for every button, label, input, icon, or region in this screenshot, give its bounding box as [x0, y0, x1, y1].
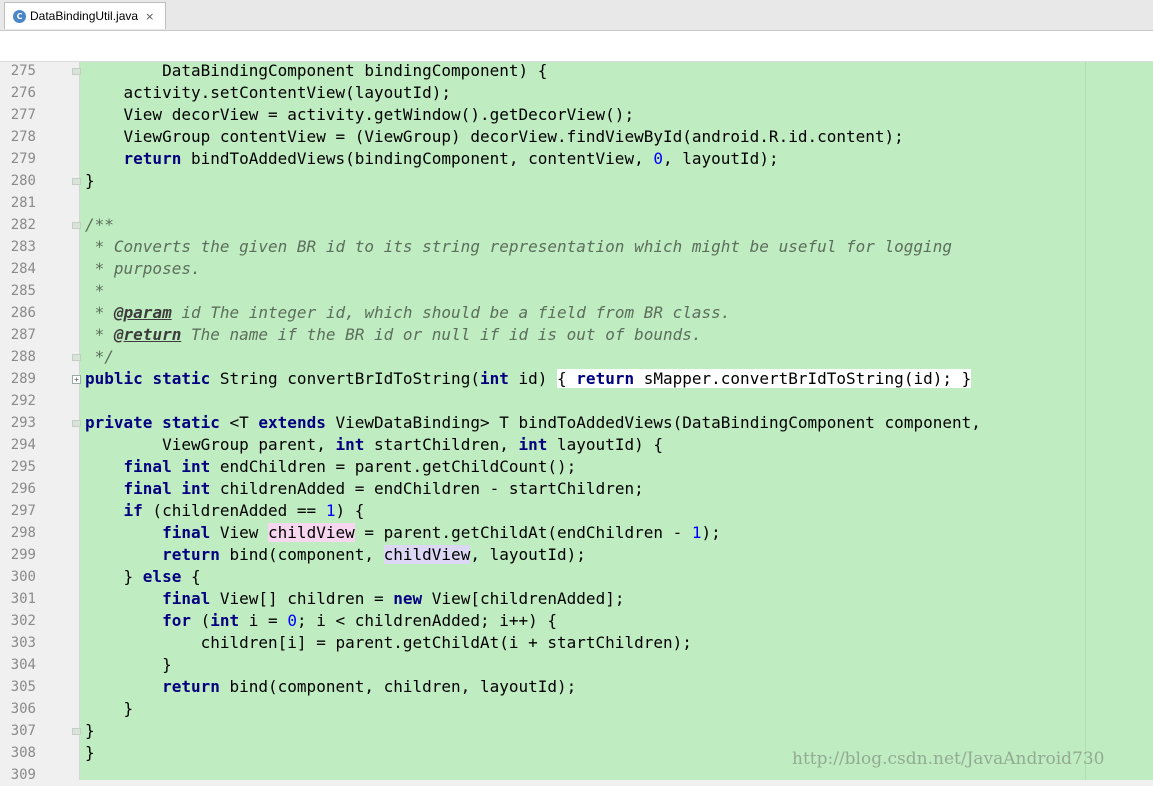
- line-number: 276: [10, 85, 36, 101]
- line-number: 308: [10, 745, 36, 761]
- folded-region[interactable]: { return sMapper.convertBrIdToString(id)…: [557, 369, 972, 388]
- line-number: 303: [10, 635, 36, 651]
- fold-marker-icon[interactable]: [72, 420, 81, 427]
- code-line: DataBindingComponent bindingComponent) {: [85, 61, 548, 80]
- line-number: 277: [10, 107, 36, 123]
- line-number: 288: [10, 349, 36, 365]
- java-class-icon: C: [13, 9, 26, 23]
- code-line: View decorView = activity.getWindow().ge…: [85, 105, 635, 124]
- code-line: }: [85, 743, 95, 762]
- variable-usage-highlight[interactable]: childView: [383, 545, 471, 564]
- line-number: 294: [10, 437, 36, 453]
- code-line: if (childrenAdded == 1) {: [123, 501, 365, 520]
- code-line: final View[] children = new View[childre…: [162, 589, 625, 608]
- code-line: final View childView = parent.getChildAt…: [162, 523, 721, 542]
- line-number: 278: [10, 129, 36, 145]
- code-line: final int endChildren = parent.getChildC…: [123, 457, 577, 476]
- code-line: private static <T extends ViewDataBindin…: [85, 413, 981, 432]
- doc-comment-line: * Converts the given BR id to its string…: [85, 237, 952, 256]
- line-number: 299: [10, 547, 36, 563]
- fold-marker-icon[interactable]: [72, 68, 81, 75]
- fold-marker-icon[interactable]: [72, 354, 81, 361]
- code-line: return bind(component, childView, layout…: [162, 545, 586, 564]
- line-number: 305: [10, 679, 36, 695]
- line-number: 307: [10, 723, 36, 739]
- line-number: 279: [10, 151, 36, 167]
- watermark: http://blog.csdn.net/JavaAndroid730: [792, 749, 1105, 769]
- fold-expand-icon[interactable]: +: [72, 375, 81, 384]
- code-line: }: [85, 721, 95, 740]
- line-number: 283: [10, 239, 36, 255]
- doc-comment-line: *: [85, 281, 105, 300]
- code-line: final int childrenAdded = endChildren - …: [123, 479, 644, 498]
- right-margin-guide: [1085, 62, 1086, 780]
- fold-marker-icon[interactable]: [72, 728, 81, 735]
- line-number: 301: [10, 591, 36, 607]
- line-number: 300: [10, 569, 36, 585]
- code-line: }: [85, 655, 172, 674]
- line-number: 309: [10, 767, 36, 783]
- line-number: 293: [10, 415, 36, 431]
- line-number: 292: [10, 393, 36, 409]
- code-line: }: [85, 171, 95, 190]
- line-number: 280: [10, 173, 36, 189]
- line-number: 289: [10, 371, 36, 387]
- code-line: ViewGroup parent, int startChildren, int…: [85, 435, 663, 454]
- code-line: return bind(component, children, layoutI…: [162, 677, 577, 696]
- doc-comment-line: * @return The name if the BR id or null …: [85, 325, 702, 344]
- code-line: ViewGroup contentView = (ViewGroup) deco…: [85, 127, 904, 146]
- editor-tab-bar: C DataBindingUtil.java ×: [0, 0, 1153, 31]
- fold-marker-icon[interactable]: [72, 222, 81, 229]
- doc-comment-line: /**: [85, 215, 114, 234]
- line-number: 285: [10, 283, 36, 299]
- line-number: 287: [10, 327, 36, 343]
- file-tab-label: DataBindingUtil.java: [30, 9, 139, 23]
- line-number: 296: [10, 481, 36, 497]
- code-line: return bindToAddedViews(bindingComponent…: [123, 149, 779, 168]
- line-number: 306: [10, 701, 36, 717]
- line-number: 298: [10, 525, 36, 541]
- code-line: }: [85, 699, 134, 718]
- code-line: children[i] = parent.getChildAt(i + star…: [85, 633, 692, 652]
- code-line: public static String convertBrIdToString…: [85, 369, 972, 388]
- line-number: 295: [10, 459, 36, 475]
- doc-comment-line: * @param id The integer id, which should…: [85, 303, 731, 322]
- doc-comment-line: * purposes.: [85, 259, 201, 278]
- line-number: 275: [10, 63, 36, 79]
- line-number: 297: [10, 503, 36, 519]
- code-line: activity.setContentView(layoutId);: [85, 83, 452, 102]
- file-tab[interactable]: C DataBindingUtil.java ×: [4, 2, 166, 29]
- code-line: for (int i = 0; i < childrenAdded; i++) …: [162, 611, 558, 630]
- breadcrumb-strip: [0, 31, 1153, 62]
- close-tab-icon[interactable]: ×: [145, 10, 154, 23]
- fold-marker-icon[interactable]: [72, 178, 81, 185]
- line-number: 284: [10, 261, 36, 277]
- code-line: } else {: [85, 567, 201, 586]
- line-number: 302: [10, 613, 36, 629]
- line-number: 281: [10, 195, 36, 211]
- line-number: 304: [10, 657, 36, 673]
- variable-highlight[interactable]: childView: [268, 523, 355, 542]
- line-number: 286: [10, 305, 36, 321]
- doc-comment-line: */: [85, 347, 114, 366]
- line-number: 282: [10, 217, 36, 233]
